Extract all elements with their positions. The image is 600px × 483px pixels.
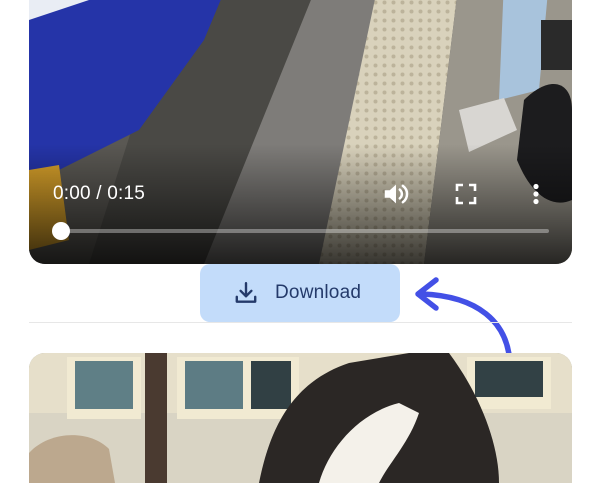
download-icon [233,280,259,306]
more-vertical-icon [533,183,539,205]
video-player[interactable]: 0:00 / 0:15 [29,0,572,264]
media-thumbnail-image [29,353,572,483]
volume-high-icon [384,184,409,204]
media-thumbnail[interactable] [29,353,572,483]
divider [29,322,572,323]
progress-thumb[interactable] [52,222,70,240]
more-options-button[interactable] [521,179,551,209]
time-readout: 0:00 / 0:15 [53,183,145,204]
progress-track[interactable] [61,229,549,233]
fullscreen-button[interactable] [451,179,481,209]
fullscreen-icon [455,183,477,205]
download-button[interactable]: Download [200,264,400,322]
volume-button[interactable] [381,179,411,209]
download-label: Download [275,282,362,303]
